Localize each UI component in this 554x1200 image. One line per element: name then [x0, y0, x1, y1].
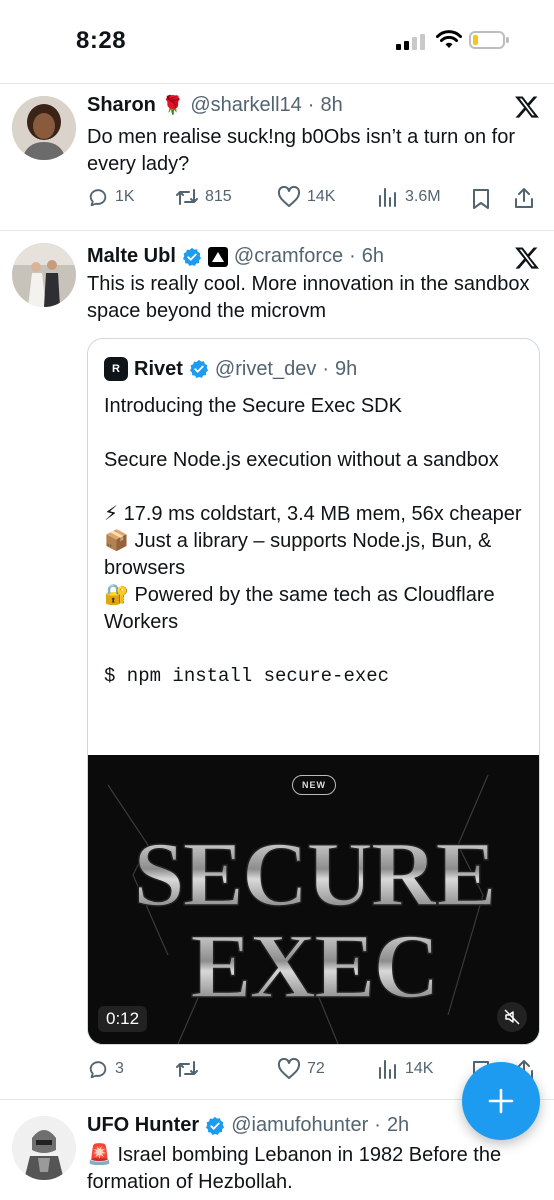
reply-icon [89, 189, 107, 207]
quote-install-command: $ npm install secure-exec [104, 665, 390, 687]
views-count: 3.6M [405, 188, 441, 205]
retweet-button[interactable] [175, 1058, 205, 1080]
rose-emoji-icon: 🌹 [161, 95, 185, 115]
rivet-logo-icon: R [104, 357, 128, 381]
quote-line-description: Secure Node.js execution without a sandb… [104, 449, 499, 471]
tweet[interactable]: Malte Ubl @cramforce · 6h This is really… [0, 231, 554, 1099]
separator-dot: · [349, 245, 356, 267]
status-bar: 8:28 [0, 0, 554, 84]
tweet-time[interactable]: 8h [320, 94, 342, 117]
separator-dot: · [322, 357, 330, 380]
tweet-actions: 1K 815 14K 3.6M [87, 186, 537, 212]
quoted-tweet-header: R Rivet @rivet_dev · 9h [104, 357, 357, 381]
author-name[interactable]: Sharon [87, 94, 156, 117]
video-thumbnail: SECURE EXEC [88, 755, 539, 1044]
quoted-tweet-time: 9h [335, 357, 358, 380]
mute-button[interactable] [497, 1002, 527, 1032]
video-title-line2: EXEC [190, 915, 438, 1017]
author-handle[interactable]: @sharkell14 [190, 94, 301, 117]
x-logo-icon [515, 247, 539, 269]
avatar[interactable] [12, 96, 76, 160]
wifi-icon [436, 30, 462, 48]
quoted-tweet[interactable]: R Rivet @rivet_dev · 9h Introducing the … [87, 338, 540, 1045]
affiliation-logo-icon[interactable] [207, 246, 228, 267]
compose-button[interactable] [462, 1062, 540, 1140]
status-time: 8:28 [76, 27, 127, 54]
tweet-header: Sharon 🌹 @sharkell14 · 8h [87, 94, 343, 117]
quote-line-intro: Introducing the Secure Exec SDK [104, 395, 402, 417]
reply-button[interactable]: 3 [87, 1058, 124, 1080]
views-chart-icon [379, 1060, 396, 1079]
like-count: 14K [307, 188, 336, 205]
battery-icon [469, 31, 509, 49]
reply-count: 1K [115, 188, 135, 205]
views-count: 14K [405, 1060, 434, 1077]
tweet[interactable]: Sharon 🌹 @sharkell14 · 8h Do men realise… [0, 84, 554, 230]
heart-icon [277, 186, 301, 207]
retweet-count: 815 [205, 188, 232, 205]
cellular-signal-icon [396, 34, 426, 50]
like-count: 72 [307, 1060, 325, 1077]
author-handle[interactable]: @iamufohunter [231, 1114, 368, 1137]
tweet-time[interactable]: 6h [362, 245, 384, 268]
separator-dot: · [374, 1114, 381, 1136]
verified-badge-icon [206, 1116, 225, 1135]
author-name[interactable]: UFO Hunter [87, 1114, 199, 1137]
tweet-header: UFO Hunter @iamufohunter · 2h [87, 1114, 409, 1137]
verified-badge-icon [182, 247, 201, 266]
author-name[interactable]: Malte Ubl [87, 245, 176, 268]
reply-count: 3 [115, 1060, 124, 1077]
tweet-text: Do men realise suck!ng b0Obs isn’t a tur… [87, 126, 515, 175]
views-button[interactable]: 3.6M [377, 186, 441, 208]
quoted-tweet-text: Introducing the Secure Exec SDK Secure N… [104, 393, 524, 690]
author-handle[interactable]: @cramforce [234, 245, 343, 268]
like-button[interactable]: 72 [277, 1058, 325, 1080]
video-title-line1: SECURE [133, 823, 494, 925]
avatar[interactable] [12, 243, 76, 307]
verified-badge-icon [189, 359, 208, 378]
views-button[interactable]: 14K [377, 1058, 433, 1080]
reply-icon [89, 1061, 107, 1079]
avatar[interactable] [12, 1116, 76, 1180]
share-icon[interactable] [513, 187, 535, 209]
quoted-author-name[interactable]: Rivet [134, 358, 183, 381]
tweet-time[interactable]: 2h [387, 1114, 409, 1137]
tweet-text: 🚨 Israel bombing Lebanon in 1982 Before … [87, 1144, 502, 1193]
speaker-muted-icon [504, 1009, 520, 1025]
quoted-author-handle[interactable]: @rivet_dev [215, 358, 316, 381]
quote-bullet-performance: ⚡ 17.9 ms coldstart, 3.4 MB mem, 56x che… [104, 503, 522, 525]
video-player[interactable]: SECURE EXEC NEW 0:12 [88, 755, 539, 1044]
quote-bullet-library: 📦 Just a library – supports Node.js, Bun… [104, 530, 492, 579]
new-badge: NEW [292, 775, 336, 795]
plus-icon [488, 1088, 514, 1114]
like-button[interactable]: 14K [277, 186, 335, 208]
views-chart-icon [379, 188, 396, 207]
tweet-header: Malte Ubl @cramforce · 6h [87, 245, 384, 268]
heart-icon [277, 1058, 301, 1079]
bookmark-icon[interactable] [471, 188, 491, 210]
quote-bullet-tech: 🔐 Powered by the same tech as Cloudflare… [104, 584, 495, 633]
retweet-button[interactable]: 815 [175, 186, 232, 208]
retweet-icon [176, 189, 198, 205]
retweet-icon [176, 1061, 198, 1077]
x-logo-icon [515, 96, 539, 118]
tweet-text: This is really cool. More innovation in … [87, 273, 530, 322]
video-duration: 0:12 [98, 1006, 148, 1032]
reply-button[interactable]: 1K [87, 186, 135, 208]
separator-dot: · [307, 94, 315, 116]
